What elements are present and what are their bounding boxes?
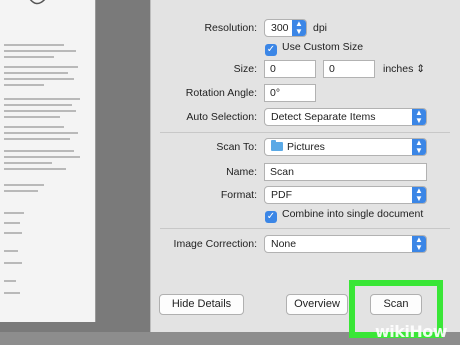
text-line xyxy=(4,84,44,86)
image-correction-label: Image Correction: xyxy=(173,238,257,250)
checkmark-icon: ✓ xyxy=(265,211,277,223)
name-field[interactable]: Scan xyxy=(264,163,427,181)
text-line xyxy=(4,190,38,192)
text-line xyxy=(4,126,64,128)
text-line xyxy=(4,262,22,264)
size-unit-select[interactable]: inches ⇕ xyxy=(383,63,425,75)
combine-checkbox[interactable]: ✓ Combine into single document xyxy=(265,208,423,223)
auto-selection-value: Detect Separate Items xyxy=(271,111,376,123)
resolution-value: 300 xyxy=(271,22,289,34)
text-line xyxy=(4,184,44,186)
text-line xyxy=(4,66,78,68)
text-line xyxy=(4,110,76,112)
section-divider xyxy=(160,228,450,229)
scan-to-select[interactable]: Pictures ▲ ▼ xyxy=(264,138,427,156)
text-line xyxy=(4,250,18,252)
text-line xyxy=(4,138,70,140)
resolution-select[interactable]: 300 ▲ ▼ xyxy=(264,19,307,37)
scanned-page-preview xyxy=(0,0,96,322)
auto-selection-select[interactable]: Detect Separate Items ▲ ▼ xyxy=(264,108,427,126)
text-line xyxy=(4,222,20,224)
select-arrows-icon: ▲ ▼ xyxy=(412,109,426,125)
format-label: Format: xyxy=(220,189,257,201)
text-line xyxy=(4,150,74,152)
text-line xyxy=(4,116,60,118)
text-line xyxy=(4,156,80,158)
name-label: Name: xyxy=(226,166,257,178)
text-line xyxy=(4,280,16,282)
section-divider xyxy=(160,132,450,133)
use-custom-size-checkbox[interactable]: ✓ Use Custom Size xyxy=(265,41,363,56)
rotation-label: Rotation Angle: xyxy=(185,87,257,99)
text-line xyxy=(4,98,80,100)
text-line xyxy=(4,232,22,234)
folder-icon xyxy=(271,140,283,151)
select-arrows-icon: ▲ ▼ xyxy=(292,20,306,36)
scan-to-value: Pictures xyxy=(287,141,325,153)
auto-selection-label: Auto Selection: xyxy=(186,111,257,123)
text-line xyxy=(4,162,52,164)
size-width-field[interactable]: 0 xyxy=(264,60,316,78)
wikihow-watermark: wikiHow xyxy=(375,322,448,341)
text-line xyxy=(4,50,76,52)
text-line xyxy=(4,56,54,58)
hide-details-button[interactable]: Hide Details xyxy=(159,294,244,315)
text-line xyxy=(4,292,20,294)
text-line xyxy=(4,212,24,214)
combine-label: Combine into single document xyxy=(282,208,424,220)
size-unit-value: inches xyxy=(383,63,414,75)
text-line xyxy=(4,132,78,134)
size-label: Size: xyxy=(233,63,257,75)
select-arrows-icon: ▲ ▼ xyxy=(412,187,426,203)
image-correction-value: None xyxy=(271,238,297,250)
use-custom-size-label: Use Custom Size xyxy=(282,41,364,53)
page-curl-icon xyxy=(29,0,46,5)
image-correction-select[interactable]: None ▲ ▼ xyxy=(264,235,427,253)
select-arrows-icon: ▲ ▼ xyxy=(412,236,426,252)
select-arrows-icon: ▲ ▼ xyxy=(412,139,426,155)
scan-to-label: Scan To: xyxy=(216,141,257,153)
format-value: PDF xyxy=(271,189,292,201)
text-line xyxy=(4,72,68,74)
rotation-field[interactable]: 0° xyxy=(264,84,316,102)
overview-button[interactable]: Overview xyxy=(286,294,348,315)
text-line xyxy=(4,104,72,106)
updown-icon: ⇕ xyxy=(416,63,426,75)
resolution-unit: dpi xyxy=(313,22,328,34)
text-line xyxy=(4,168,66,170)
resolution-label: Resolution: xyxy=(204,22,257,34)
text-line xyxy=(4,44,64,46)
size-height-field[interactable]: 0 xyxy=(323,60,375,78)
text-line xyxy=(4,78,74,80)
checkmark-icon: ✓ xyxy=(265,44,277,56)
format-select[interactable]: PDF ▲ ▼ xyxy=(264,186,427,204)
